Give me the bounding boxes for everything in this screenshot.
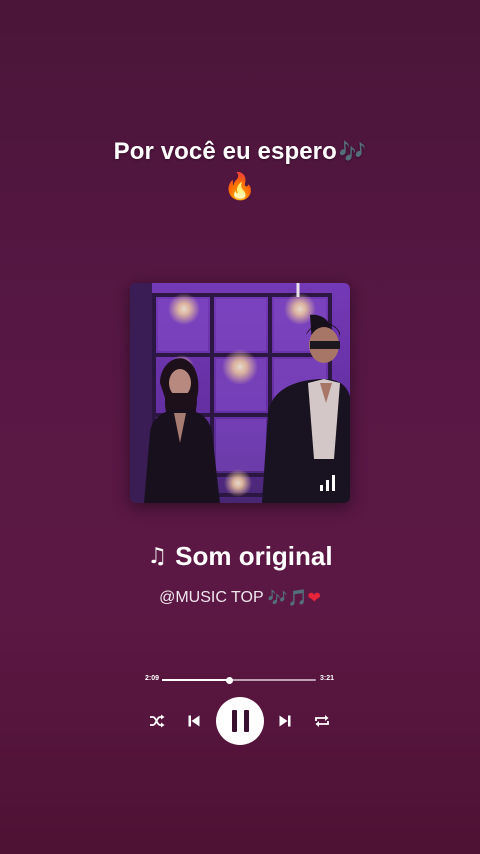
pause-button[interactable]: [215, 696, 265, 746]
previous-button[interactable]: [182, 696, 206, 746]
fire-emoji: 🔥: [223, 172, 257, 202]
repeat-icon: [315, 715, 329, 727]
skip-next-icon: [279, 715, 291, 727]
elapsed-time: 2:09: [145, 675, 160, 682]
artist-emojis: 🎶🎵❤: [268, 588, 321, 607]
music-note-icon: ♫: [147, 544, 168, 569]
progress-bar[interactable]: [162, 676, 316, 684]
heart-emoji: ❤: [307, 588, 321, 607]
artist-name[interactable]: @MUSIC TOP: [159, 589, 264, 607]
progress-fill: [162, 679, 230, 681]
pause-icon: [216, 697, 264, 745]
music-note-emoji: 🎵: [287, 588, 308, 607]
caption-text: Por você eu espero: [113, 138, 337, 165]
caption-line: Por você eu espero 🎶: [0, 138, 480, 166]
shuffle-button[interactable]: [145, 696, 169, 746]
song-title: ♫ Som original: [0, 541, 480, 572]
artist-line[interactable]: @MUSIC TOP 🎶🎵❤: [0, 588, 480, 607]
repeat-button[interactable]: [310, 696, 334, 746]
music-notes-emoji: 🎶: [338, 139, 367, 165]
next-button[interactable]: [273, 696, 297, 746]
playback-controls: [0, 696, 480, 746]
skip-previous-icon: [188, 715, 200, 727]
progress-handle[interactable]: [226, 676, 234, 684]
album-artwork: [130, 283, 350, 503]
total-time: 3:21: [320, 675, 335, 682]
equalizer-icon: [320, 475, 338, 491]
shuffle-icon: [150, 714, 165, 728]
caption: Por você eu espero 🎶 🔥: [0, 138, 480, 202]
music-notes-emoji: 🎶: [267, 588, 288, 607]
song-title-text: Som original: [175, 541, 333, 571]
album-cover[interactable]: [130, 283, 350, 503]
